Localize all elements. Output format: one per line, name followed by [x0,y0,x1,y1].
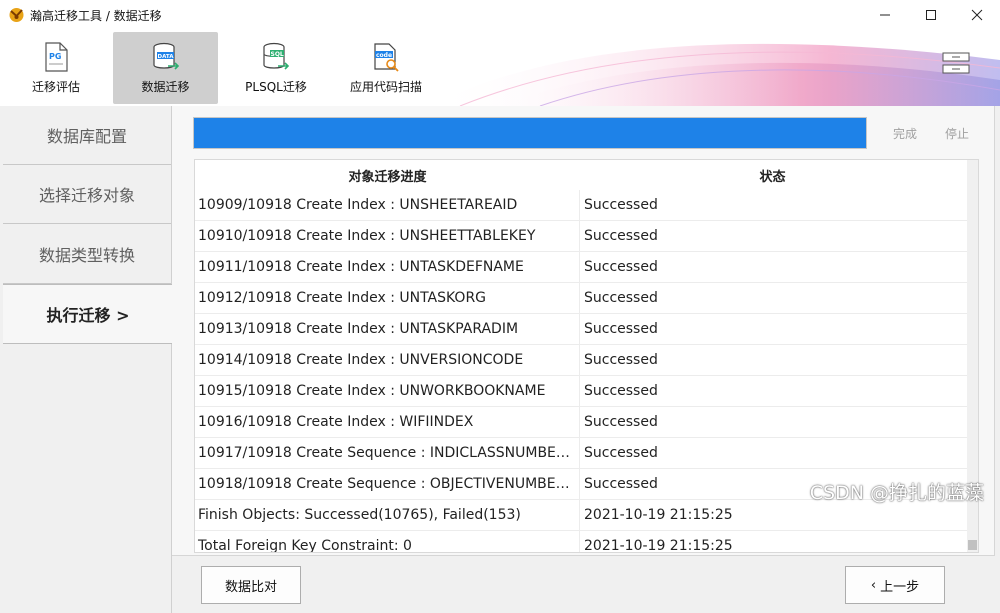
close-icon [971,9,983,21]
code-scan-icon: code [374,43,399,72]
scrollbar-thumb[interactable] [968,540,977,550]
watermark: CSDN @挣扎的蓝藻 [809,482,984,504]
data-compare-button[interactable]: 数据比对 [201,566,301,604]
cell-progress: 10917/10918 Create Sequence : INDICLASSN… [195,438,580,468]
step-database-config[interactable]: 数据库配置 [3,106,171,165]
column-header-status[interactable]: 状态 [580,160,965,190]
cell-progress: 10914/10918 Create Index : UNVERSIONCODE [195,345,580,375]
cell-status: Successed [584,228,658,244]
cell-progress: 10913/10918 Create Index : UNTASKPARADIM [195,314,580,344]
toolbar-data-migration[interactable]: DATA 数据迁移 [113,32,218,104]
hamburger-menu-icon[interactable] [942,52,970,80]
cell-progress: 10915/10918 Create Index : UNWORKBOOKNAM… [195,376,580,406]
maximize-icon [926,10,936,20]
toolbar-code-scan[interactable]: code 应用代码扫描 [340,32,432,104]
toolbar-label: 应用代码扫描 [349,80,422,94]
finish-button[interactable]: 完成 [893,125,917,142]
step-select-objects[interactable]: 选择迁移对象 [3,165,171,224]
cell-status: Successed [584,445,658,461]
svg-text:code: code [376,52,392,59]
minimize-icon [880,14,890,16]
previous-step-button[interactable]: ‹ 上一步 [845,566,945,604]
cell-progress: 10912/10918 Create Index : UNTASKORG [195,283,580,313]
cell-status: Successed [584,321,658,337]
table-row[interactable]: 10909/10918 Create Index : UNSHEETAREAID… [195,190,967,221]
cell-progress: 10911/10918 Create Index : UNTASKDEFNAME [195,252,580,282]
previous-step-label: 上一步 [880,579,920,595]
table-row[interactable]: 10915/10918 Create Index : UNWORKBOOKNAM… [195,376,967,407]
table-header: 对象迁移进度 状态 [195,160,967,190]
table-row[interactable]: 10913/10918 Create Index : UNTASKPARADIM… [195,314,967,345]
table-row[interactable]: 10916/10918 Create Index : WIFIINDEX Succ… [195,407,967,438]
cell-status: Successed [584,259,658,275]
maximize-button[interactable] [908,0,954,30]
svg-text:SQL: SQL [271,51,284,58]
toolbar-label: 数据迁移 [141,80,190,94]
pg-document-icon: PG [45,42,68,72]
table-row[interactable]: 10911/10918 Create Index : UNTASKDEFNAME… [195,252,967,283]
svg-text:PG: PG [49,52,61,61]
sql-database-icon: SQL [263,42,290,70]
cell-progress: 10909/10918 Create Index : UNSHEETAREAID [195,190,580,220]
cell-status: Successed [584,383,658,399]
cell-progress: Finish Objects: Successed(10765), Failed… [195,500,580,530]
close-button[interactable] [954,0,1000,30]
column-header-progress[interactable]: 对象迁移进度 [195,160,580,190]
toolbar-plsql-migration[interactable]: SQL PLSQL迁移 [232,32,320,104]
toolbar-migration-assessment[interactable]: PG 迁移评估 [14,32,98,104]
toolbar-label: 迁移评估 [31,80,80,94]
cell-progress: 10910/10918 Create Index : UNSHEETTABLEK… [195,221,580,251]
step-execute-migration[interactable]: 执行迁移 > [3,284,173,344]
cell-status: Successed [584,414,658,430]
table-row[interactable]: 10914/10918 Create Index : UNVERSIONCODE… [195,345,967,376]
cell-status: Successed [584,290,658,306]
minimize-button[interactable] [862,0,908,30]
cell-status: 2021-10-19 21:15:25 [584,538,733,553]
cell-status: Successed [584,197,658,213]
stop-button[interactable]: 停止 [945,125,969,142]
table-row[interactable]: Total Foreign Key Constraint: 0 2021-10-1… [195,531,967,553]
cell-progress: Total Foreign Key Constraint: 0 [195,531,580,552]
table-row[interactable]: 10910/10918 Create Index : UNSHEETTABLEK… [195,221,967,252]
toolbar-label: PLSQL迁移 [245,80,307,94]
main-panel: 完成 停止 对象迁移进度 状态 10909/10918 Create Index… [172,106,1000,613]
chevron-left-icon: ‹ [870,577,877,593]
window-title: 瀚高迁移工具 / 数据迁移 [30,9,162,23]
table-row[interactable]: 10912/10918 Create Index : UNTASKORG Succ… [195,283,967,314]
svg-text:DATA: DATA [157,54,174,60]
migration-progress-bar [193,117,867,149]
cell-status: Successed [584,352,658,368]
app-logo-icon [9,8,24,22]
main-toolbar: PG 迁移评估 DATA 数据迁移 SQL PLSQL迁移 code 应用代码扫… [0,30,1000,106]
database-transfer-icon: DATA [152,42,179,70]
cell-progress: 10916/10918 Create Index : WIFIINDEX [195,407,580,437]
progress-fill [194,118,866,148]
step-type-conversion[interactable]: 数据类型转换 [3,225,171,284]
step-sidebar: 数据库配置 选择迁移对象 数据类型转换 执行迁移 > [0,106,173,613]
cell-progress: 10918/10918 Create Sequence : OBJECTIVEN… [195,469,580,499]
title-bar: 瀚高迁移工具 / 数据迁移 [0,0,1000,30]
table-row[interactable]: 10917/10918 Create Sequence : INDICLASSN… [195,438,967,469]
